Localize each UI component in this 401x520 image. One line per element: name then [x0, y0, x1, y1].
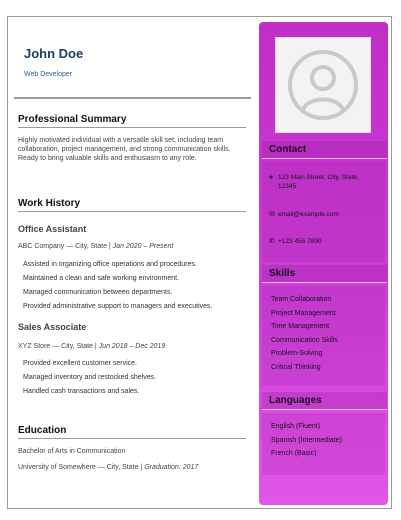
- list-item: Maintained a clean and safe working envi…: [23, 275, 180, 282]
- education-school: University of Somewhere — City, State | …: [18, 463, 198, 472]
- list-item: Assisted in organizing office operations…: [23, 261, 197, 268]
- languages-list: English (Fluent) Spanish (Intermediate) …: [271, 420, 342, 461]
- skills-list: Team Collaboration Project Management Ti…: [271, 293, 338, 375]
- list-item: Provided excellent customer service.: [23, 360, 137, 367]
- list-item: French (Basic): [271, 450, 317, 458]
- list-item: Handled cash transactions and sales.: [23, 388, 140, 395]
- phone-text: +123 456 7890: [278, 238, 322, 245]
- list-item: Spanish (Intermediate): [271, 436, 342, 444]
- job-company: XYZ Store — City, State |: [18, 343, 99, 350]
- job-duties-list: Assisted in organizing office operations…: [23, 258, 213, 314]
- list-item: Project Management: [271, 309, 336, 317]
- list-item: Communication Skills: [271, 336, 338, 344]
- graduation-year: Graduation: 2017: [144, 464, 199, 471]
- list-item: Problem-Solving: [271, 350, 323, 358]
- job-duties-list: Provided excellent customer service. Man…: [23, 357, 156, 399]
- list-item: Managed inventory and restocked shelves.: [23, 374, 157, 381]
- summary-heading: Professional Summary: [18, 114, 246, 128]
- job-dates: Jun 2018 – Dec 2019: [98, 343, 166, 350]
- address-text: 123 Main Street, City, State, 12345: [278, 174, 359, 190]
- contact-email: ✉ email@example.com: [269, 210, 373, 219]
- education-heading: Education: [18, 425, 246, 439]
- avatar-svg: [288, 50, 358, 120]
- skills-heading: Skills: [262, 265, 387, 283]
- candidate-name: John Doe: [24, 46, 84, 61]
- resume-header: John Doe Web Developer: [14, 17, 251, 99]
- candidate-role: Web Developer: [24, 71, 73, 78]
- job-company: ABC Company — City, State |: [18, 243, 113, 250]
- school-name: University of Somewhere — City, State |: [18, 464, 145, 471]
- email-text: email@example.com: [278, 211, 339, 218]
- languages-heading: Languages: [262, 392, 387, 410]
- contact-address: ● 123 Main Street, City, State, 12345: [269, 173, 373, 191]
- job-title: Sales Associate: [18, 322, 87, 332]
- contact-heading: Contact: [262, 141, 387, 159]
- contact-phone: ✆ +123 456 7890: [269, 237, 373, 246]
- list-item: Critical Thinking: [271, 363, 321, 371]
- work-history-heading: Work History: [18, 198, 246, 212]
- job-dates: Jan 2020 – Present: [112, 243, 174, 250]
- envelope-icon: ✉: [269, 211, 275, 218]
- map-pin-icon: ●: [269, 174, 274, 181]
- summary-text: Highly motivated individual with a versa…: [18, 137, 231, 162]
- job-meta: XYZ Store — City, State | Jun 2018 – Dec…: [18, 342, 165, 351]
- list-item: Provided administrative support to manag…: [23, 303, 213, 310]
- list-item: Team Collaboration: [271, 296, 332, 303]
- avatar-placeholder-icon: [275, 37, 371, 133]
- sidebar: Contact ● 123 Main Street, City, State, 1…: [259, 22, 388, 505]
- job-title: Office Assistant: [18, 224, 87, 234]
- list-item: Time Management: [271, 323, 330, 331]
- resume-page: John Doe Web Developer Professional Summ…: [7, 16, 392, 509]
- phone-icon: ✆: [269, 238, 275, 245]
- list-item: English (Fluent): [271, 423, 321, 430]
- education-degree: Bachelor of Arts in Communication: [18, 448, 126, 455]
- list-item: Managed communication between department…: [23, 289, 173, 296]
- job-meta: ABC Company — City, State | Jan 2020 – P…: [18, 242, 173, 251]
